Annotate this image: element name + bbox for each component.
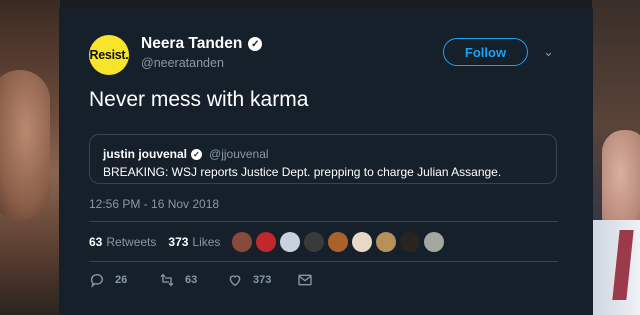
background-person-left <box>0 70 50 220</box>
quoted-author-row: justin jouvenal ✓ @jjouvenal <box>103 147 269 161</box>
liker-avatar[interactable] <box>400 232 420 252</box>
liker-avatars <box>232 232 444 252</box>
quoted-tweet-text: BREAKING: WSJ reports Justice Dept. prep… <box>103 165 502 179</box>
verified-icon: ✓ <box>248 37 263 51</box>
follow-button[interactable]: Follow <box>443 38 528 66</box>
author-avatar[interactable]: Resist. <box>89 35 129 75</box>
divider <box>89 221 558 222</box>
retweet-action[interactable]: 63 <box>159 272 227 288</box>
chevron-down-icon[interactable]: ⌄ <box>543 44 554 60</box>
retweets-stat[interactable]: 63 Retweets <box>89 235 156 249</box>
liker-avatar[interactable] <box>232 232 252 252</box>
reply-count: 26 <box>115 274 128 286</box>
tweet-actions: 26 63 373 <box>89 272 313 288</box>
reply-icon <box>90 274 103 288</box>
background-photo-left <box>0 0 60 315</box>
author-name[interactable]: Neera Tanden <box>141 35 242 53</box>
liker-avatar[interactable] <box>424 232 444 252</box>
liker-avatar[interactable] <box>376 232 396 252</box>
tweet-stats: 63 Retweets 373 Likes <box>89 235 220 249</box>
quoted-author-handle: @jjouvenal <box>209 147 269 161</box>
like-action[interactable]: 373 <box>227 272 297 288</box>
retweets-label: Retweets <box>106 235 157 249</box>
author-name-row[interactable]: Neera Tanden ✓ <box>141 35 263 53</box>
retweet-icon <box>160 273 174 287</box>
tweet-timestamp[interactable]: 12:56 PM - 16 Nov 2018 <box>89 197 219 211</box>
liker-avatar[interactable] <box>256 232 276 252</box>
author-handle[interactable]: @neeratanden <box>141 56 224 70</box>
likes-count: 373 <box>168 235 189 249</box>
reply-action[interactable]: 26 <box>89 272 159 288</box>
retweets-count: 63 <box>89 235 103 249</box>
likes-label: Likes <box>192 235 221 249</box>
quoted-author-name: justin jouvenal <box>103 147 188 161</box>
verified-icon: ✓ <box>191 148 203 160</box>
likes-stat[interactable]: 373 Likes <box>168 235 220 249</box>
liker-avatar[interactable] <box>304 232 324 252</box>
liker-avatar[interactable] <box>352 232 372 252</box>
retweet-count: 63 <box>185 274 198 286</box>
envelope-icon <box>298 274 312 286</box>
divider <box>89 261 558 262</box>
tweet-text: Never mess with karma <box>89 88 309 111</box>
like-count: 373 <box>253 274 272 286</box>
message-action[interactable] <box>297 272 313 288</box>
quoted-tweet[interactable]: justin jouvenal ✓ @jjouvenal BREAKING: W… <box>89 134 557 184</box>
liker-avatar[interactable] <box>328 232 348 252</box>
background-photo-right <box>592 0 640 315</box>
tweet-card: Resist. Neera Tanden ✓ @neeratanden Foll… <box>59 8 593 315</box>
heart-icon <box>229 275 241 287</box>
liker-avatar[interactable] <box>280 232 300 252</box>
